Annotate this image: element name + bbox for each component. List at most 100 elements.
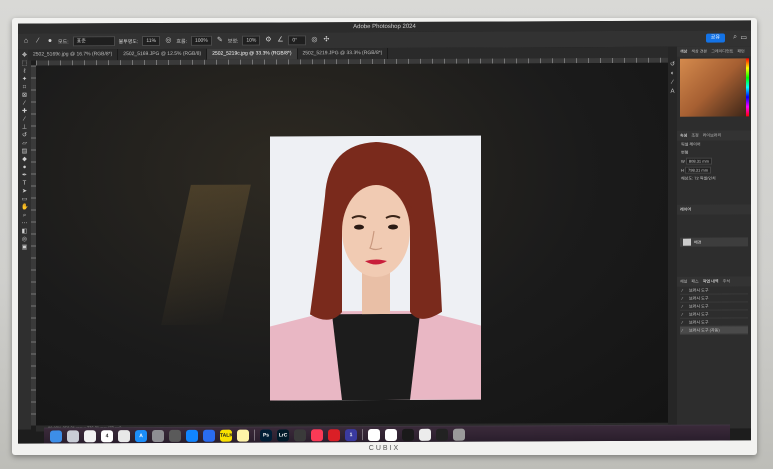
history-brush-tool-icon[interactable]: ↺ [21,133,28,139]
color-picker[interactable] [680,58,749,117]
document-tab[interactable]: 2502_5219.JPG @ 33.3% (RGB/8*) [297,47,389,60]
crop-tool-icon[interactable]: ⌗ [21,85,28,91]
notes-icon[interactable] [237,429,249,442]
panel-tab[interactable]: 라이브러리 [703,133,721,139]
hue-slider[interactable] [746,58,749,117]
trash-icon[interactable] [453,428,465,441]
music-icon[interactable] [311,428,323,441]
bluesky-icon[interactable] [186,429,198,442]
one-app-icon[interactable]: 1 [345,428,357,441]
dodge-tool-icon[interactable]: ● [21,165,28,171]
brush-preset-icon[interactable]: ● [46,37,54,45]
color-swatches-icon[interactable]: ◧ [21,229,28,235]
pressure-opacity-icon[interactable]: ◎ [164,37,172,45]
document-tab[interactable]: 2502_5169.JPG @ 12.5% (RGB/8) [118,48,208,61]
zoom-tool-icon[interactable]: ⌕ [21,213,28,219]
symmetry-icon[interactable]: ✣ [322,36,330,44]
chrome-icon[interactable] [118,429,130,442]
home-icon[interactable]: ⌂ [22,38,30,46]
window-b-icon[interactable] [436,428,448,441]
screen-mode-icon[interactable]: ▣ [21,245,28,251]
document-tab[interactable]: 2502_5169c.jpg @ 16.7% (RGB/8*) [28,49,119,61]
brush-panel-icon[interactable]: ∕ [668,79,677,88]
window-a-icon[interactable] [419,428,431,441]
panel-tab[interactable]: 채널 [680,279,687,285]
hand-tool-icon[interactable]: ✋ [21,205,28,211]
angle-field[interactable]: 0° [288,35,307,46]
panel-tab[interactable]: 그레이디언트 [711,48,733,54]
brush-tool-icon[interactable]: ∕ [34,37,42,45]
stamp-tool-icon[interactable]: ⊥ [21,125,28,131]
flow-field[interactable]: 100% [190,35,212,46]
gear-icon[interactable]: ⚙ [264,36,272,44]
panel-tab[interactable]: 작업 내역 [703,279,719,285]
lightroom-classic-icon[interactable]: LrC [277,428,289,441]
gradient-tool-icon[interactable]: ▤ [21,149,28,155]
layers-header[interactable]: 레이어 [680,207,691,213]
marquee-tool-icon[interactable]: ⬚ [21,61,28,67]
calculator-icon[interactable] [169,429,181,442]
canvas-area[interactable] [36,62,668,426]
preview-icon[interactable] [368,428,380,441]
launchpad-icon[interactable] [67,429,79,442]
eyedropper-tool-icon[interactable]: ⁄ [21,101,28,107]
history-panel-icon[interactable]: ↺ [668,61,677,70]
opacity-label: 불투명도: [118,38,139,45]
mode-select[interactable]: 표준 [72,36,115,47]
panel-column: 색상 색상 견본 그레이디언트 패턴 속성 조정 라이브러리 픽셀 레이어 변형 W 80… [677,46,751,428]
calendar-icon[interactable]: 4 [101,429,113,442]
quick-select-tool-icon[interactable]: ✦ [21,77,28,83]
system-settings-icon[interactable] [152,429,164,442]
height-field[interactable]: 798.31 mm [685,166,712,174]
photos-icon[interactable] [84,429,96,442]
share-button[interactable]: 공유 [705,33,725,43]
finder-icon[interactable] [50,429,62,442]
id-photo-icon[interactable] [385,428,397,441]
blur-tool-icon[interactable]: ◆ [21,157,28,163]
stickies-icon[interactable] [294,428,306,441]
document-photo[interactable] [270,135,481,401]
history-item[interactable]: 브러시 도구 [680,310,748,319]
search-icon[interactable]: ⌕ [733,33,737,41]
panel-tab[interactable]: 패스 [691,279,698,285]
healing-tool-icon[interactable]: ✚ [21,109,28,115]
panel-tab[interactable]: 주석 [723,278,730,284]
width-field[interactable]: 808.31 mm [685,157,712,165]
panel-tab[interactable]: 색상 견본 [691,49,707,55]
path-select-tool-icon[interactable]: ➤ [21,189,28,195]
move-tool-icon[interactable]: ✥ [21,53,28,59]
photoshop-icon[interactable]: Ps [260,428,272,442]
opacity-field[interactable]: 11% [142,35,161,47]
history-item[interactable]: 브러시 도구 [680,302,748,311]
lasso-tool-icon[interactable]: ℓ [21,69,28,75]
airbrush-icon[interactable]: ✎ [216,37,224,45]
character-panel-icon[interactable]: A [668,88,677,97]
vpn-icon[interactable] [203,429,215,442]
eraser-tool-icon[interactable]: ▱ [21,141,28,147]
brush-tool-icon[interactable]: ∕ [21,117,28,123]
history-item[interactable]: 브러시 도구 (자동) [680,326,748,335]
panel-tab[interactable]: 패턴 [737,48,744,54]
downloads-icon[interactable] [402,428,414,441]
layer-row[interactable]: 배경 [680,237,748,247]
quick-mask-icon[interactable]: ◎ [21,237,28,243]
frame-tool-icon[interactable]: ⊠ [21,93,28,99]
history-item[interactable]: 브러시 도구 [680,286,748,295]
pen-tool-icon[interactable]: ✒ [21,173,28,179]
panel-tab[interactable]: 속성 [680,133,687,139]
document-tab[interactable]: 2502_5219c.jpg @ 33.3% (RGB/8*) [207,48,298,60]
adjust-panel-icon[interactable]: ◐ [668,70,677,79]
shape-tool-icon[interactable]: ▭ [21,197,28,203]
panel-tab[interactable]: 색상 [680,49,687,55]
more-tools-icon[interactable]: ⋯ [21,221,28,227]
workspace-icon[interactable]: ▭ [740,33,747,41]
kakaotalk-icon[interactable]: TALK [220,429,232,442]
panel-tab[interactable]: 조정 [691,133,698,139]
smoothing-field[interactable]: 10% [242,35,261,46]
history-item[interactable]: 브러시 도구 [680,294,748,303]
history-item[interactable]: 브러시 도구 [680,318,748,327]
creative-cloud-icon[interactable] [328,428,340,441]
type-tool-icon[interactable]: T [21,181,28,187]
pressure-size-icon[interactable]: ◎ [310,36,318,44]
app-store-icon[interactable]: A [135,429,147,442]
